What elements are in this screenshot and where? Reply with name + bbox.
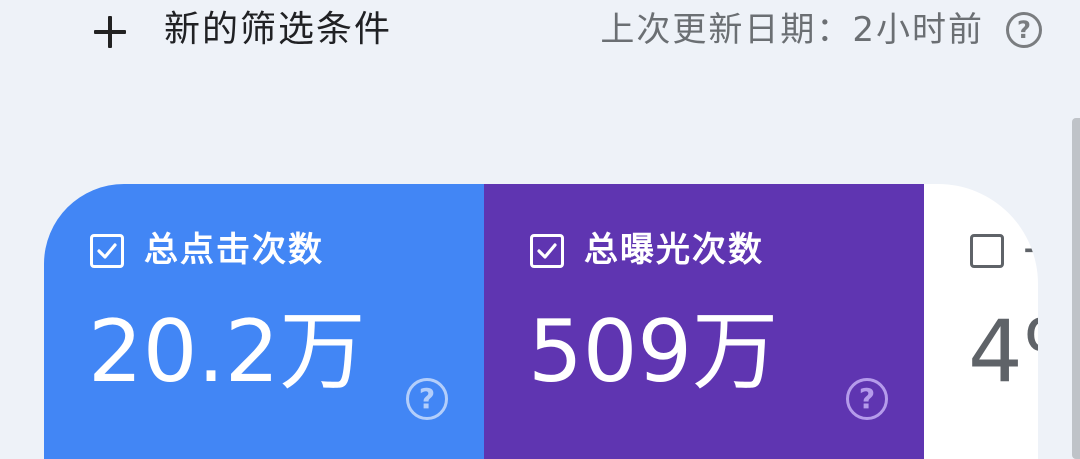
metric-card-label: 总曝光次数	[584, 230, 764, 270]
checkbox-icon[interactable]	[90, 234, 124, 268]
checkmark-icon	[97, 243, 117, 259]
checkbox-icon[interactable]	[530, 234, 564, 268]
metric-card-average-ctr[interactable]: 平 4%	[924, 184, 1038, 459]
last-updated-text: 上次更新日期：2小时前	[600, 10, 984, 50]
metric-card-total-clicks[interactable]: 总点击次数 20.2万 ?	[44, 184, 484, 459]
metric-card-label: 总点击次数	[144, 230, 324, 270]
checkmark-icon	[537, 243, 557, 259]
metric-card-value: 509万	[528, 302, 779, 402]
scrollbar-thumb[interactable]	[1072, 118, 1080, 459]
help-circle-icon[interactable]: ?	[406, 378, 448, 420]
metric-cards: 总点击次数 20.2万 ? 总曝光次数 509万 ? 平 4%	[44, 184, 1038, 459]
metric-card-value: 20.2万	[88, 302, 366, 402]
checkbox-icon[interactable]	[970, 234, 1004, 268]
new-filter-button[interactable]: 新的筛选条件	[164, 8, 392, 52]
help-circle-icon[interactable]: ?	[1006, 12, 1042, 48]
top-bar: 新的筛选条件 上次更新日期：2小时前 ?	[0, 0, 1080, 70]
metric-card-total-impressions[interactable]: 总曝光次数 509万 ?	[484, 184, 924, 459]
plus-icon[interactable]	[90, 12, 130, 52]
help-circle-icon[interactable]: ?	[846, 378, 888, 420]
metric-card-value: 4%	[968, 302, 1038, 402]
metric-card-label: 平	[1024, 224, 1038, 276]
